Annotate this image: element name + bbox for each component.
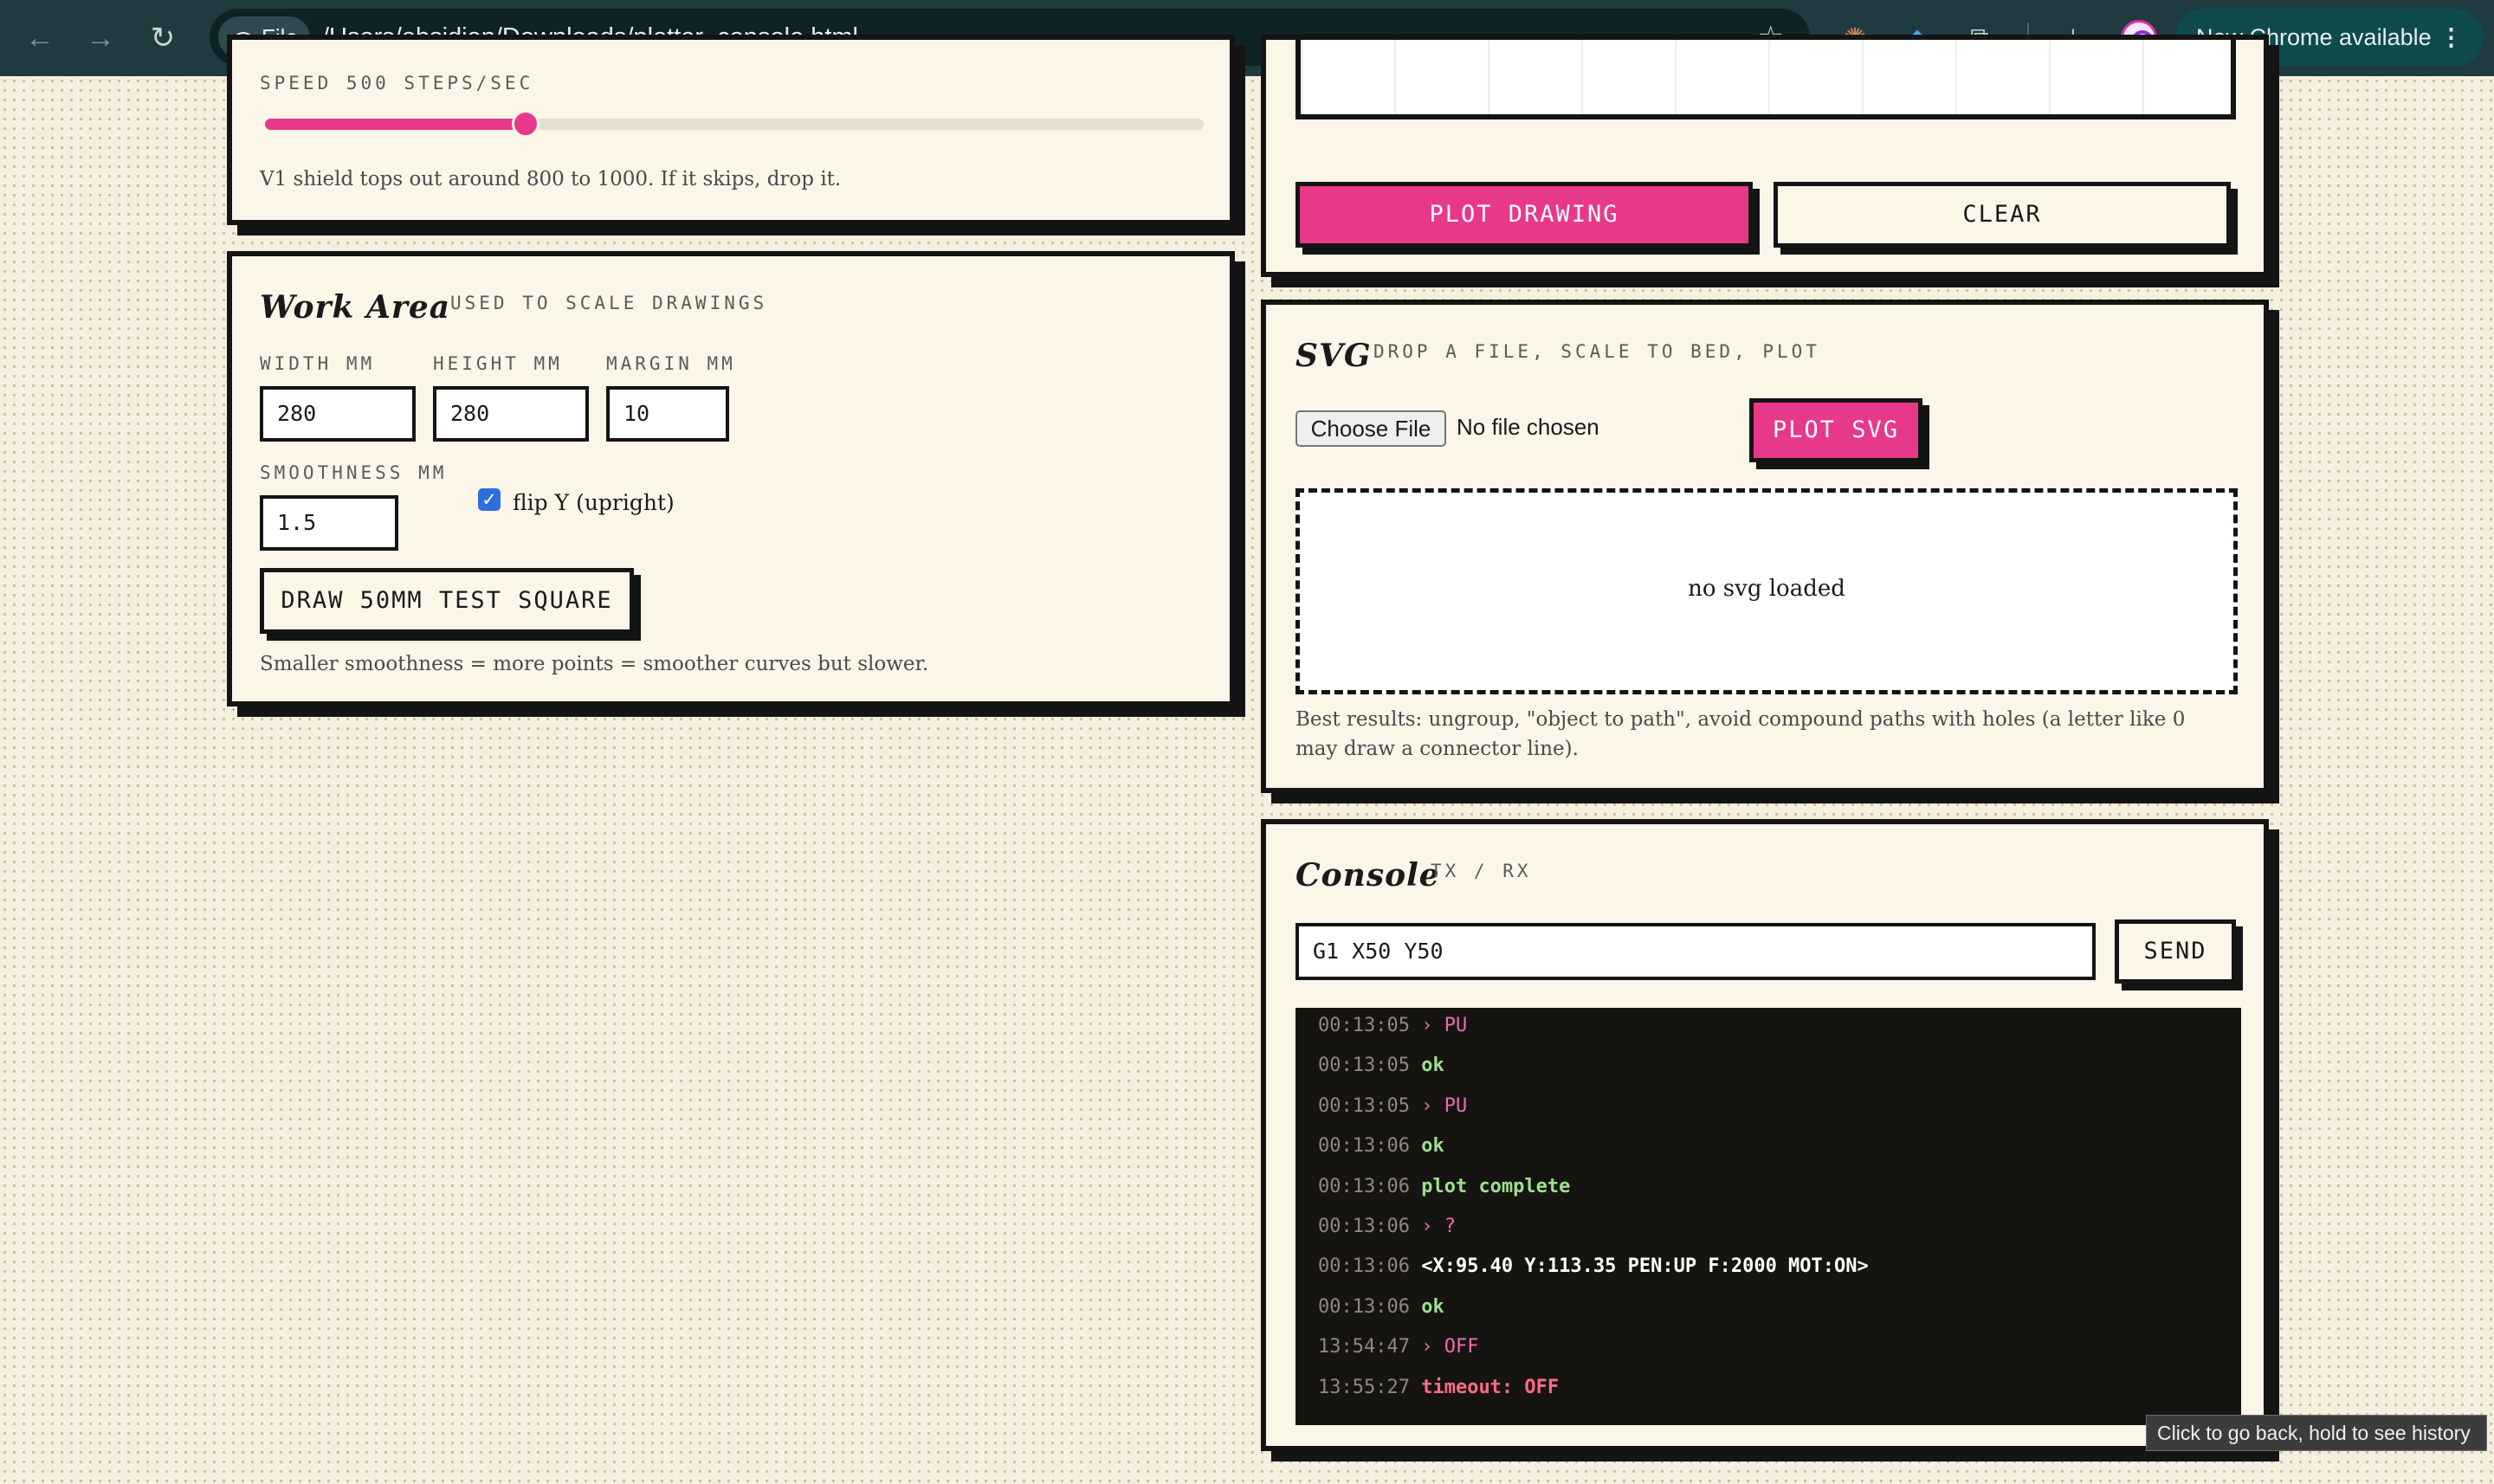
log-timestamp: 13:55:27 [1318,1376,1410,1398]
width-input[interactable]: 280 [260,386,416,442]
log-message: › ? [1409,1216,1456,1237]
console-log-row: 00:13:06 › ? [1318,1207,1456,1247]
log-timestamp: 00:13:05 [1318,1094,1410,1117]
svg-note-line-1: Best results: ungroup, "object to path",… [1295,708,2186,731]
drawing-panel: PLOT DRAWING CLEAR [1261,35,2269,277]
log-timestamp: 00:13:05 [1318,1015,1410,1036]
speed-label: SPEED 500 STEPS/SEC [260,73,534,94]
flip-y-label: flip Y (upright) [513,490,675,515]
log-timestamp: 00:13:06 [1318,1175,1410,1197]
smoothness-input[interactable]: 1.5 [260,495,398,551]
file-status: No file chosen [1457,414,1599,440]
work-area-title: Work Area [260,289,451,326]
speed-note: V1 shield tops out around 800 to 1000. I… [260,168,842,190]
reload-icon[interactable]: ↻ [142,17,184,59]
log-message: › PU [1409,1015,1468,1036]
log-timestamp: 00:13:06 [1318,1135,1410,1158]
margin-label: MARGIN MM [606,353,736,374]
log-message: ok [1409,1055,1444,1077]
console-log-row: 13:55:27 timeout: OFF [1318,1368,1559,1408]
log-message: ok [1409,1135,1444,1158]
log-message: <X:95.40 Y:113.35 PEN:UP F:2000 MOT:ON> [1409,1255,1869,1278]
log-timestamp: 00:13:06 [1318,1216,1410,1237]
console-log-row: 00:13:06 ok [1318,1287,1444,1327]
speed-panel: SPEED 500 STEPS/SEC V1 shield tops out a… [227,35,1235,225]
log-timestamp: 13:54:47 [1318,1336,1410,1358]
command-input[interactable]: G1 X50 Y50 [1295,923,2096,980]
send-button[interactable]: SEND [2115,919,2236,984]
svg-note-line-2: may draw a connector line). [1295,738,1579,760]
log-timestamp: 00:13:06 [1318,1255,1410,1278]
console-log[interactable]: 00:13:05 › PU 00:13:05 ok 00:13:05 › PU 00:… [1295,1008,2241,1425]
log-message: › OFF [1409,1336,1479,1358]
log-message: plot complete [1409,1175,1571,1197]
drawing-canvas[interactable] [1295,40,2236,119]
log-timestamp: 00:13:05 [1318,1055,1410,1077]
back-arrow-icon[interactable]: ← [19,17,61,59]
clear-button[interactable]: CLEAR [1774,182,2231,248]
forward-arrow-icon[interactable]: → [80,17,121,59]
log-timestamp: 00:13:06 [1318,1295,1410,1318]
work-area-subtitle: USED TO SCALE DRAWINGS [450,293,768,313]
console-log-row: 00:13:05 › PU [1318,1008,1467,1046]
console-log-row: 00:13:06 ok [1318,1126,1444,1166]
width-label: WIDTH MM [260,353,376,374]
log-message: ok [1409,1295,1444,1318]
plot-svg-button[interactable]: PLOT SVG [1749,398,1922,462]
speed-slider-thumb[interactable] [512,110,540,138]
work-area-panel: Work Area USED TO SCALE DRAWINGS WIDTH M… [227,251,1235,707]
console-title: Console [1295,857,1440,894]
speed-slider[interactable] [265,110,1204,138]
log-message: timeout: OFF [1409,1376,1560,1398]
kebab-menu-icon: ⋮ [2439,24,2463,50]
speed-slider-fill [265,119,526,130]
svg-title: SVG [1295,338,1372,374]
console-subtitle: TX / RX [1431,861,1532,881]
draw-test-square-button[interactable]: DRAW 50MM TEST SQUARE [260,568,634,634]
smoothness-label: SMOOTHNESS MM [260,462,448,483]
smoothness-note: Smaller smoothness = more points = smoot… [260,653,929,675]
svg-subtitle: DROP A FILE, SCALE TO BED, PLOT [1373,341,1820,362]
plot-drawing-button[interactable]: PLOT DRAWING [1295,182,1753,248]
console-log-row: 00:13:06 <X:95.40 Y:113.35 PEN:UP F:2000… [1318,1247,1869,1287]
svg-panel: SVG DROP A FILE, SCALE TO BED, PLOT Choo… [1261,300,2269,793]
console-log-row: 13:54:47 › OFF [1318,1327,1478,1367]
svg-preview-text: no svg loaded [1688,576,1845,602]
choose-file-button[interactable]: Choose File [1295,410,1446,447]
console-log-row: 00:13:05 ok [1318,1046,1444,1086]
console-panel: Console TX / RX G1 X50 Y50 SEND 00:13:05… [1261,819,2269,1451]
height-label: HEIGHT MM [433,353,563,374]
height-input[interactable]: 280 [433,386,589,442]
margin-input[interactable]: 10 [606,386,729,442]
flip-y-checkbox[interactable]: ✓ [478,488,501,511]
log-message: › PU [1409,1094,1468,1117]
console-log-row: 00:13:05 › PU [1318,1087,1467,1126]
svg-drop-zone[interactable]: no svg loaded [1295,488,2238,694]
console-log-row: 00:13:06 plot complete [1318,1167,1570,1207]
back-button-tooltip: Click to go back, hold to see history [2146,1415,2487,1451]
